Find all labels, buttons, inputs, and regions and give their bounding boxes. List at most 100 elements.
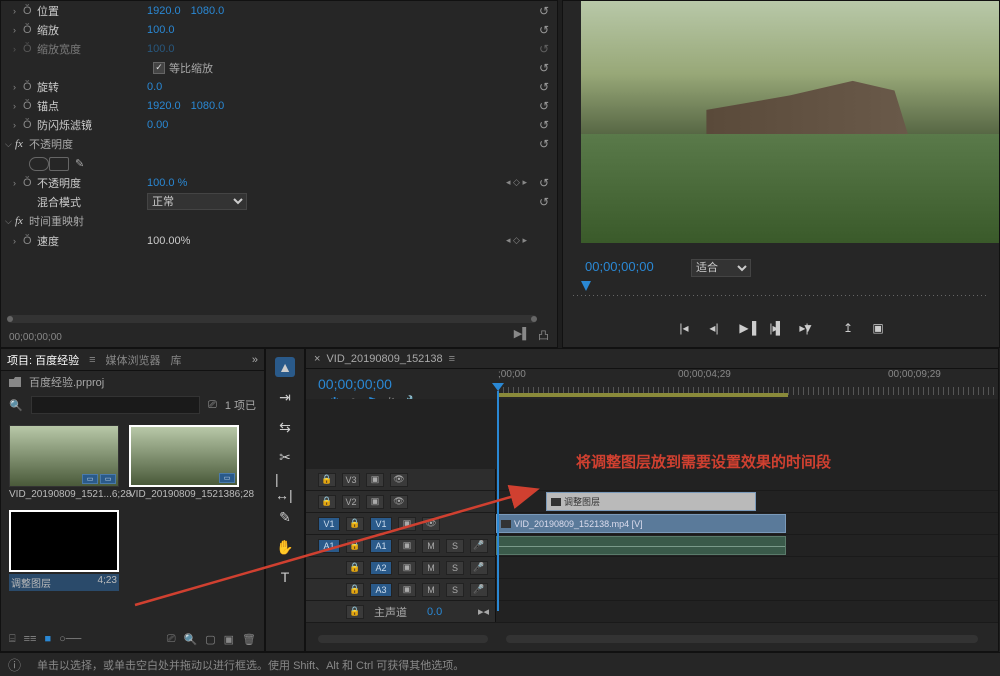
meter-icon[interactable]: ▸◂: [478, 605, 489, 618]
transport-controls: ▐ ▌ ▼ |◂ ◂| ▶ |▸ ▸| ↥ ▣: [563, 319, 999, 337]
slip-tool[interactable]: |↔|: [275, 477, 295, 497]
find-icon[interactable]: 🔍: [184, 633, 198, 646]
prop-scale[interactable]: ›Ŏ 缩放 100.0 ↺: [1, 20, 557, 39]
track-a3: 🔒 A3 ▣ M S 🎤: [306, 579, 998, 601]
selection-tool[interactable]: ▲: [275, 357, 295, 377]
video-preview[interactable]: [581, 1, 999, 243]
timeline-timecode[interactable]: 00;00;00;00: [318, 376, 392, 392]
eye-icon[interactable]: 👁: [390, 473, 408, 487]
search-icon[interactable]: 🔍: [9, 399, 23, 412]
zoom-icon[interactable]: ▶▌: [514, 327, 530, 343]
track-scrollbar[interactable]: [318, 635, 488, 643]
track-a2: 🔒 A2 ▣ M S 🎤: [306, 557, 998, 579]
blend-mode-select[interactable]: 正常: [147, 193, 247, 210]
fx-icon: fx: [15, 138, 23, 150]
export-frame-icon[interactable]: ▣: [869, 319, 887, 337]
info-icon[interactable]: ⓘ: [8, 655, 21, 674]
step-back-icon[interactable]: ◂|: [705, 319, 723, 337]
prop-blend-mode[interactable]: 混合模式 正常 ↺: [1, 192, 557, 211]
source-patch-v1[interactable]: V1: [318, 517, 340, 531]
auto-sequence-icon[interactable]: ⎚: [167, 633, 176, 646]
track-select-tool[interactable]: ⇥: [275, 387, 295, 407]
tool-palette: ▲ ⇥ ⇆ ✂ |↔| ✎ ✋ T: [265, 348, 305, 652]
list-view-icon[interactable]: ⌸: [9, 633, 16, 646]
mask-icons: ✎: [1, 154, 557, 173]
ellipse-mask-icon[interactable]: [29, 157, 49, 171]
prop-position[interactable]: › Ŏ 位置 1920.01080.0 ↺: [1, 1, 557, 20]
mark-in-icon[interactable]: ▐: [743, 319, 761, 337]
scrubber[interactable]: [573, 281, 989, 301]
mark-out-icon[interactable]: ▌: [771, 319, 789, 337]
track-v3: 🔒 V3 ▣ 👁: [306, 469, 998, 491]
toggle-output-icon[interactable]: ▣: [366, 473, 384, 487]
mic-icon[interactable]: 🎤: [470, 539, 488, 553]
goto-in-icon[interactable]: |◂: [675, 319, 693, 337]
effect-controls-panel: › Ŏ 位置 1920.01080.0 ↺ ›Ŏ 缩放 100.0 ↺ ›Ŏ 缩…: [0, 0, 558, 348]
stopwatch-icon[interactable]: Ŏ: [23, 5, 37, 17]
playhead-icon[interactable]: [581, 281, 591, 291]
prop-antiflicker[interactable]: ›Ŏ 防闪烁滤镜 0.00 ↺: [1, 115, 557, 134]
lift-icon[interactable]: ↥: [839, 319, 857, 337]
project-item[interactable]: ▭▭ VID_20190809_1521...6;28: [9, 425, 119, 500]
project-panel: 项目: 百度经验≡ 媒体浏览器 库 » 百度经验.prproj 🔍 ⎚ 1 项已…: [0, 348, 265, 652]
prop-rotation[interactable]: ›Ŏ 旋转 0.0 ↺: [1, 77, 557, 96]
project-breadcrumb[interactable]: 百度经验.prproj: [1, 371, 264, 393]
prop-opacity[interactable]: ›Ŏ 不透明度 100.0 % ◂ ◇ ▸ ↺: [1, 173, 557, 192]
tab-libraries[interactable]: 库: [171, 352, 182, 368]
scrollbar[interactable]: [7, 315, 537, 323]
track-a1: A1 🔒 A1 ▣ M S 🎤: [306, 535, 998, 557]
annotation-text: 将调整图层放到需要设置效果的时间段: [576, 451, 831, 472]
expand-icon[interactable]: 凸: [538, 327, 549, 343]
checkbox-icon[interactable]: ✓: [153, 62, 165, 74]
reset-icon[interactable]: ↺: [539, 4, 549, 18]
type-tool[interactable]: T: [275, 567, 295, 587]
tab-media-browser[interactable]: 媒体浏览器: [106, 352, 161, 368]
trash-icon[interactable]: 🗑: [242, 633, 256, 646]
zoom-select[interactable]: 适合: [691, 259, 751, 277]
source-patch-a1[interactable]: A1: [318, 539, 340, 553]
work-area[interactable]: [498, 393, 788, 397]
project-item[interactable]: ▭ VID_20190809_1521386;28: [129, 425, 239, 500]
prop-speed[interactable]: ›Ŏ 速度 100.00% ◂ ◇ ▸: [1, 231, 557, 250]
filter-icon[interactable]: ⎚: [208, 399, 217, 412]
project-item-adjustment[interactable]: 调整图层4;23: [9, 510, 119, 591]
razor-tool[interactable]: ✂: [275, 447, 295, 467]
clip-adjustment-layer[interactable]: 调整图层: [546, 492, 756, 511]
value-x[interactable]: 1920.01080.0: [147, 5, 234, 17]
ripple-edit-tool[interactable]: ⇆: [275, 417, 295, 437]
tab-project[interactable]: 项目: 百度经验: [7, 352, 79, 368]
freeform-view-icon[interactable]: ■: [44, 633, 51, 646]
prop-scale-width: ›Ŏ 缩放宽度 100.0 ↺: [1, 39, 557, 58]
overflow-icon[interactable]: »: [252, 354, 258, 366]
new-bin-icon[interactable]: ▢: [205, 633, 215, 646]
timeline-panel: × VID_20190809_152138 ≡ 00;00;00;00 ✱ ∩ …: [305, 348, 999, 652]
project-items: ▭▭ VID_20190809_1521...6;28 ▭ VID_201908…: [1, 417, 264, 599]
section-opacity[interactable]: ⌵ fx 不透明度 ↺: [1, 134, 557, 154]
timecode[interactable]: 00;00;00;00: [9, 332, 62, 343]
prop-anchor[interactable]: ›Ŏ 锚点 1920.01080.0 ↺: [1, 96, 557, 115]
section-time-remap[interactable]: ⌵ fx 时间重映射: [1, 211, 557, 231]
icon-view-icon[interactable]: ≡≡: [24, 633, 37, 646]
sequence-tab[interactable]: × VID_20190809_152138 ≡: [306, 349, 998, 369]
keyframe-nav[interactable]: ◂ ◇ ▸: [506, 177, 527, 188]
pen-tool[interactable]: ✎: [275, 507, 295, 527]
status-bar: ⓘ 单击以选择，或单击空白处并拖动以进行框选。使用 Shift、Alt 和 Ct…: [0, 652, 1000, 676]
track-v1: V1 🔒 V1 ▣ 👁 VID_20190809_152138.mp4 [V]: [306, 513, 998, 535]
program-monitor: 00;00;00;00 适合 ▐ ▌ ▼ |◂ ◂| ▶ |▸ ▸| ↥ ▣: [562, 0, 1000, 348]
new-item-icon[interactable]: ▣: [224, 633, 234, 646]
playhead[interactable]: [497, 391, 499, 611]
expand-arrow[interactable]: ›: [13, 6, 23, 16]
clip-audio[interactable]: [496, 536, 786, 555]
prop-uniform-scale[interactable]: ✓ 等比缩放 ↺: [1, 58, 557, 77]
lock-icon[interactable]: 🔒: [318, 473, 336, 487]
hand-tool[interactable]: ✋: [275, 537, 295, 557]
search-input[interactable]: [31, 396, 200, 414]
marker-icon[interactable]: ▼: [799, 319, 817, 337]
rect-mask-icon[interactable]: [49, 157, 69, 171]
program-timecode[interactable]: 00;00;00;00: [585, 259, 654, 274]
zoom-slider[interactable]: ○──: [59, 633, 81, 646]
clip-video[interactable]: VID_20190809_152138.mp4 [V]: [496, 514, 786, 533]
close-tab-icon[interactable]: ×: [314, 353, 320, 365]
timeline-scrollbar[interactable]: [506, 635, 978, 643]
pen-mask-icon[interactable]: ✎: [75, 157, 84, 170]
